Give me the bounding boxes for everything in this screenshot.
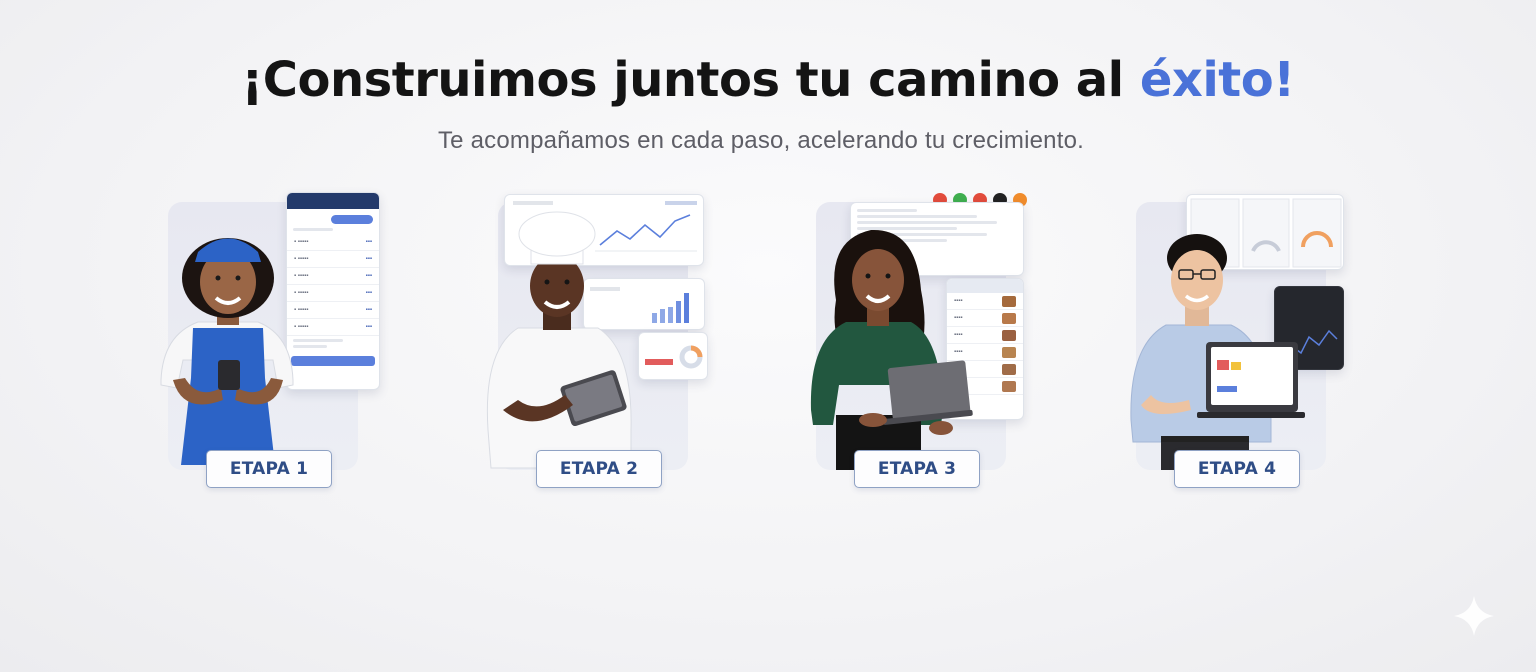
page-title: ¡Construimos juntos tu camino al éxito! — [0, 52, 1536, 108]
stage-badge-2[interactable]: ETAPA 2 — [536, 450, 662, 488]
stage-badge-4[interactable]: ETAPA 4 — [1174, 450, 1300, 488]
stage-badge-3[interactable]: ETAPA 3 — [854, 450, 980, 488]
title-main: ¡Construimos juntos tu camino al — [241, 52, 1140, 108]
stage-card-1: ▪ ▪▪▪▪▪ ▪▪▪ ▪ ▪▪▪▪▪ ▪▪▪ ▪ ▪▪▪▪▪ ▪▪▪ ▪ ▪▪▪▪▪… — [158, 190, 398, 490]
stage-card-2: ETAPA 2 — [486, 190, 728, 490]
chef-illustration — [486, 211, 632, 469]
man-illustration — [1130, 234, 1305, 470]
woman-illustration — [810, 229, 973, 470]
title-accent: éxito! — [1139, 52, 1295, 108]
waitress-illustration — [160, 238, 294, 465]
sparkle-icon — [1454, 596, 1494, 636]
stage-card-4: ETAPA 4 — [1126, 190, 1366, 490]
stage-card-3: ▪▪▪▪ ▪▪▪▪ ▪▪▪▪ ▪▪▪▪ ▪▪▪▪ ▪▪▪▪ ETAPA 3 — [806, 190, 1046, 490]
page-subtitle: Te acompañamos en cada paso, acelerando … — [437, 127, 1085, 154]
stage-badge-1[interactable]: ETAPA 1 — [206, 450, 332, 488]
